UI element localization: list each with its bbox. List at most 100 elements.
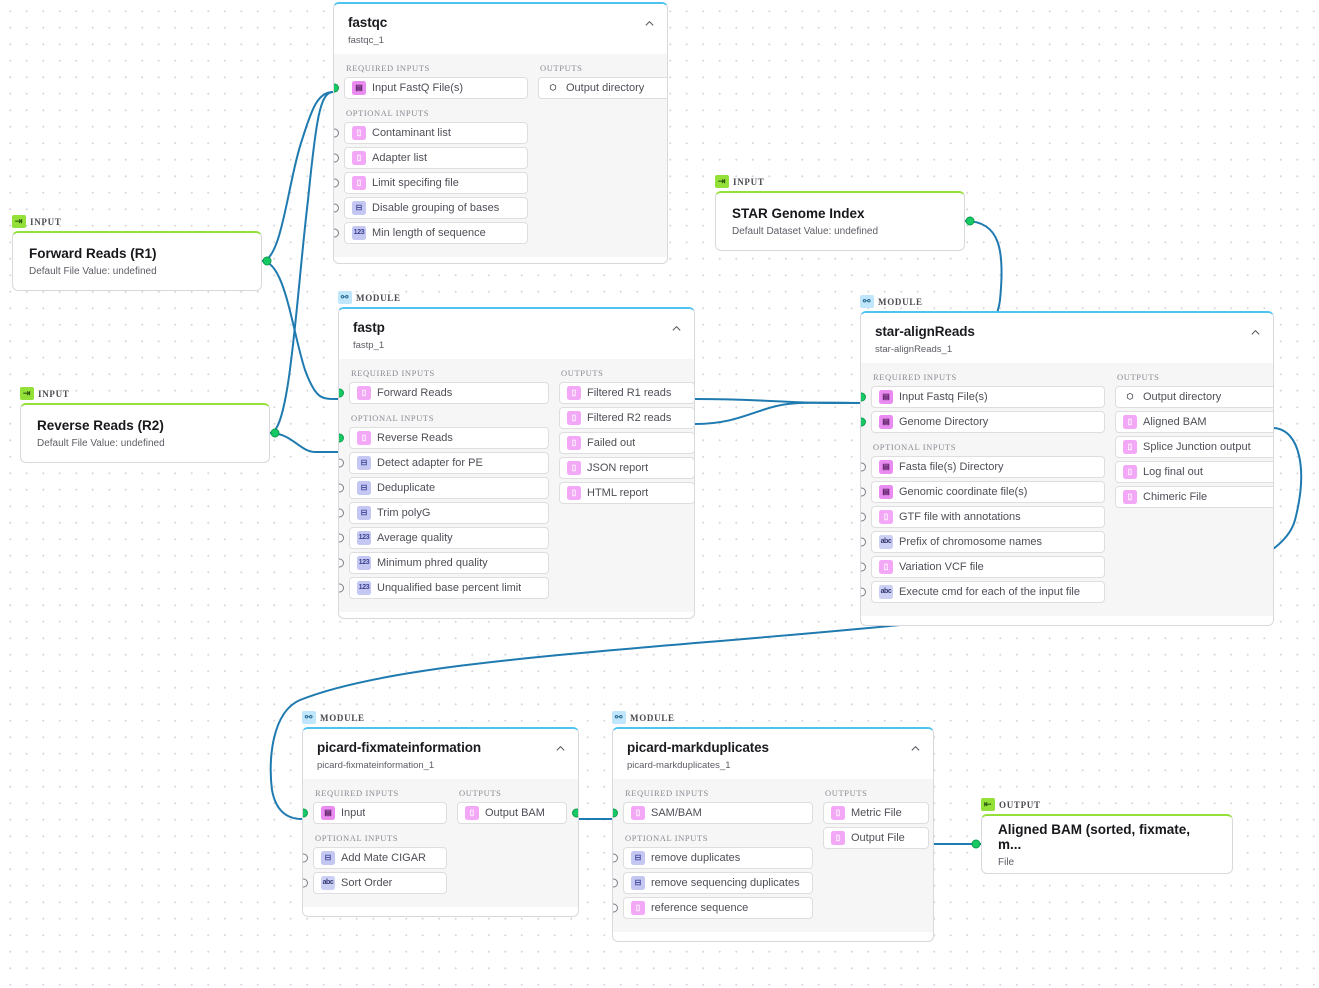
port-row[interactable]: ▯ Log final out	[1115, 460, 1273, 483]
port-row[interactable]: 123 Average quality	[339, 526, 549, 549]
port-row[interactable]: ▯ Forward Reads	[339, 381, 549, 404]
port-dot[interactable]	[339, 483, 344, 493]
port-row[interactable]: ▤ Input FastQ File(s)	[334, 76, 528, 99]
module-node-picard-fixmateinformation[interactable]: ⚯ MODULE picard-fixmateinformation picar…	[302, 711, 579, 917]
chevron-up-icon[interactable]	[671, 323, 682, 334]
output-port-dot[interactable]	[965, 216, 975, 226]
port-dot[interactable]	[339, 558, 344, 568]
port-row[interactable]: 123 Min length of sequence	[334, 221, 528, 244]
port-dot[interactable]	[339, 433, 344, 443]
port-row[interactable]: ⊟ remove duplicates	[613, 846, 813, 869]
port-dot[interactable]	[613, 903, 618, 913]
port-row[interactable]: ⊟ Detect adapter for PE	[339, 451, 549, 474]
port-dot[interactable]	[861, 587, 866, 597]
port-row[interactable]: ▯ HTML report	[559, 481, 694, 504]
port-row[interactable]: ⊟ Disable grouping of bases	[334, 196, 528, 219]
port-row[interactable]: ⊟ Add Mate CIGAR	[303, 846, 447, 869]
port-row[interactable]: ▯ Filtered R1 reads	[559, 381, 694, 404]
port-dot[interactable]	[303, 878, 308, 888]
port-row[interactable]: ▤ Genomic coordinate file(s)	[861, 480, 1105, 503]
port-row[interactable]: ⬡ Output directory	[1115, 385, 1273, 408]
port-dot[interactable]	[572, 808, 578, 818]
module-node-fastqc[interactable]: ⚯ MODULE fastqc fastqc_1 REQUIRED INPUTS…	[333, 2, 668, 264]
chevron-up-icon[interactable]	[910, 743, 921, 754]
port-row[interactable]: ⊟ remove sequencing duplicates	[613, 871, 813, 894]
port-row[interactable]: ▯ Output File	[823, 826, 929, 849]
port-row[interactable]: ▯ GTF file with annotations	[861, 505, 1105, 528]
output-node-aligned-bam[interactable]: ⇤ OUTPUT Aligned BAM (sorted, fixmate, m…	[971, 798, 1233, 874]
port-dot[interactable]	[334, 128, 339, 138]
port-row[interactable]: ▯ Variation VCF file	[861, 555, 1105, 578]
port-dot[interactable]	[861, 537, 866, 547]
node-subtitle: picard-fixmateinformation_1	[317, 759, 435, 771]
port-row[interactable]: ▯ reference sequence	[613, 896, 813, 919]
port-row[interactable]: 123 Unqualified base percent limit	[339, 576, 549, 599]
port-dot[interactable]	[861, 462, 866, 472]
port-row[interactable]: ▤ Genome Directory	[861, 410, 1105, 433]
workflow-canvas[interactable]: ⇥ INPUT Forward Reads (R1) Default File …	[0, 0, 1319, 988]
port-dot[interactable]	[334, 178, 339, 188]
port-row[interactable]: 123 Minimum phred quality	[339, 551, 549, 574]
port-row[interactable]: ▯ Splice Junction output	[1115, 435, 1273, 458]
port-row[interactable]: ⊟ Trim polyG	[339, 501, 549, 524]
port-row[interactable]: ▯ Contaminant list	[334, 121, 528, 144]
port-row[interactable]: ▯ Adapter list	[334, 146, 528, 169]
port-row[interactable]: abc Execute cmd for each of the input fi…	[861, 580, 1105, 603]
port-row[interactable]: ▯ Aligned BAM	[1115, 410, 1273, 433]
port-row[interactable]: ▤ Fasta file(s) Directory	[861, 455, 1105, 478]
port-dot[interactable]	[334, 228, 339, 238]
port-dot[interactable]	[303, 808, 308, 818]
output-port-dot[interactable]	[270, 428, 280, 438]
port-dot[interactable]	[339, 583, 344, 593]
port-dot[interactable]	[339, 388, 344, 398]
module-node-fastp[interactable]: ⚯ MODULE fastp fastp_1 REQUIRED INPUTS ▯…	[338, 291, 695, 619]
port-dot[interactable]	[613, 878, 618, 888]
port-row[interactable]: ▯ JSON report	[559, 456, 694, 479]
port-label: Detect adapter for PE	[377, 456, 483, 469]
module-node-picard-markduplicates[interactable]: ⚯ MODULE picard-markduplicates picard-ma…	[612, 711, 934, 942]
port-row[interactable]: ▯ Limit specifing file	[334, 171, 528, 194]
input-node-star-genome-index[interactable]: ⇥ INPUT STAR Genome Index Default Datase…	[715, 175, 975, 251]
port-row[interactable]: ▤ Input Fastq File(s)	[861, 385, 1105, 408]
port-row[interactable]: ▤ Input	[303, 801, 447, 824]
port-row[interactable]: ⬡ Output directory	[538, 76, 667, 99]
number-icon: 123	[357, 530, 371, 545]
port-dot[interactable]	[861, 392, 866, 402]
port-row[interactable]: ⊟ Deduplicate	[339, 476, 549, 499]
port-dot[interactable]	[303, 853, 308, 863]
port-row[interactable]: abc Prefix of chromosome names	[861, 530, 1105, 553]
port-dot[interactable]	[861, 417, 866, 427]
input-node-forward-reads[interactable]: ⇥ INPUT Forward Reads (R1) Default File …	[12, 215, 272, 291]
port-row[interactable]: ▯ Failed out	[559, 431, 694, 454]
port-dot[interactable]	[334, 83, 339, 93]
port-dot[interactable]	[861, 487, 866, 497]
port-dot[interactable]	[339, 508, 344, 518]
port-row[interactable]: ▯ Output BAM	[457, 801, 578, 824]
chevron-up-icon[interactable]	[644, 18, 655, 29]
port-label: Output directory	[566, 81, 645, 94]
port-dot[interactable]	[613, 808, 618, 818]
port-label: Metric File	[851, 806, 902, 819]
module-node-star-alignreads[interactable]: ⚯ MODULE star-alignReads star-alignReads…	[860, 295, 1274, 626]
port-row[interactable]: ▯ Metric File	[823, 801, 929, 824]
output-port-dot[interactable]	[262, 256, 272, 266]
chevron-up-icon[interactable]	[1250, 327, 1261, 338]
port-label: remove duplicates	[651, 851, 741, 864]
input-node-reverse-reads[interactable]: ⇥ INPUT Reverse Reads (R2) Default File …	[20, 387, 280, 463]
port-label: Output File	[851, 831, 905, 844]
port-row[interactable]: ▯ Chimeric File	[1115, 485, 1273, 508]
port-dot[interactable]	[861, 562, 866, 572]
port-row[interactable]: ▯ Filtered R2 reads	[559, 406, 694, 429]
port-row[interactable]: ▯ SAM/BAM	[613, 801, 813, 824]
port-dot[interactable]	[339, 533, 344, 543]
port-dot[interactable]	[613, 853, 618, 863]
input-port-dot[interactable]	[971, 839, 981, 849]
port-row[interactable]: ▯ Reverse Reads	[339, 426, 549, 449]
chevron-up-icon[interactable]	[555, 743, 566, 754]
port-dot[interactable]	[861, 512, 866, 522]
node-header: picard-fixmateinformation picard-fixmate…	[303, 729, 578, 779]
port-dot[interactable]	[334, 153, 339, 163]
port-dot[interactable]	[339, 458, 344, 468]
port-dot[interactable]	[334, 203, 339, 213]
port-row[interactable]: abc Sort Order	[303, 871, 447, 894]
